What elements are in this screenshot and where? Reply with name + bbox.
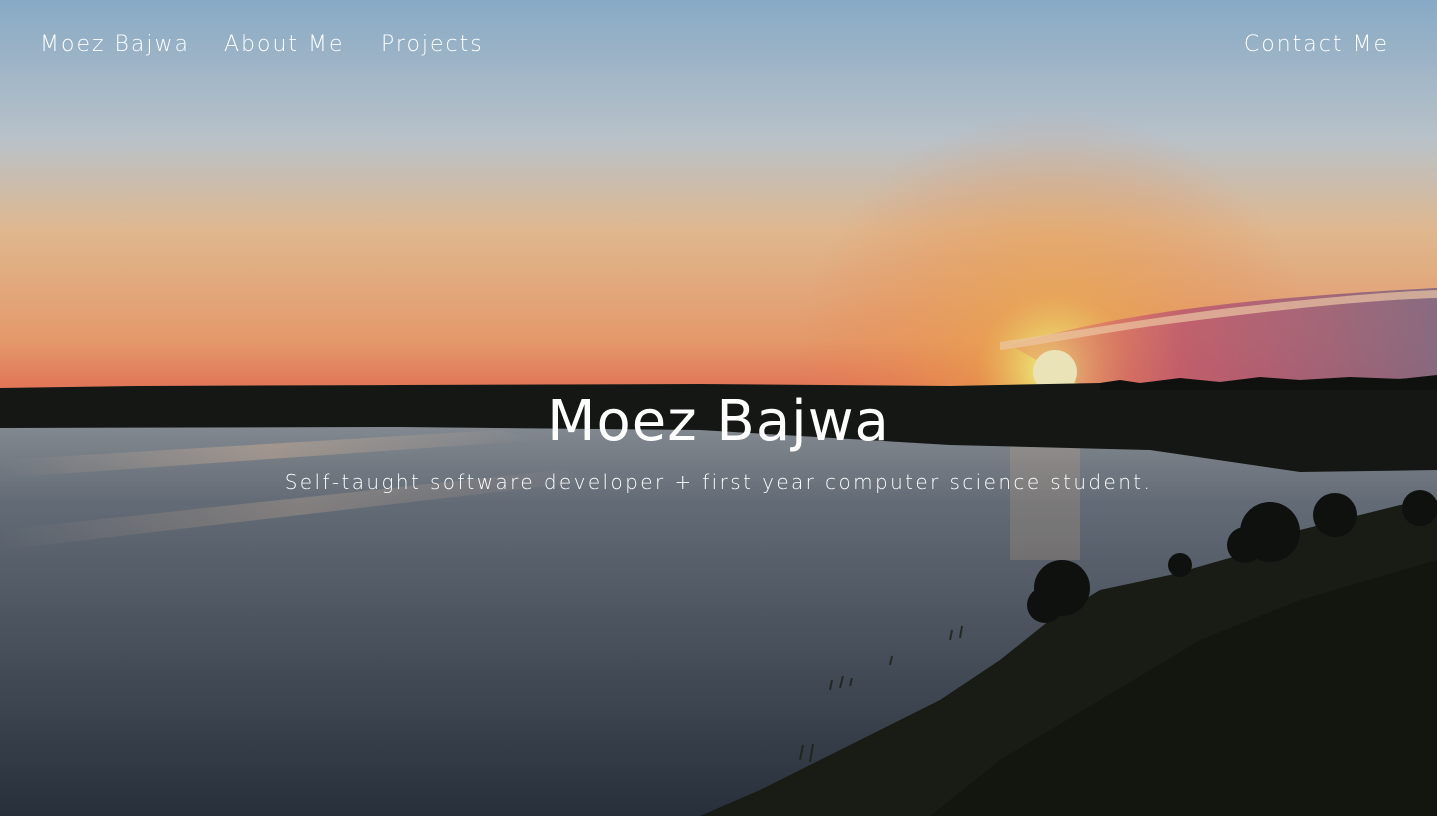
nav-contact-me-link[interactable]: Contact Me xyxy=(1244,30,1389,60)
hero-title: Moez Bajwa xyxy=(547,389,890,454)
hero-section: Moez Bajwa About Me Projects Contact Me … xyxy=(0,0,1437,816)
hero-subtitle: Self-taught software developer + first y… xyxy=(284,470,1153,494)
top-navigation: Moez Bajwa About Me Projects Contact Me xyxy=(0,0,1437,90)
nav-brand-link[interactable]: Moez Bajwa xyxy=(40,30,190,60)
nav-about-me-link[interactable]: About Me xyxy=(224,30,345,60)
nav-projects-link[interactable]: Projects xyxy=(381,30,484,60)
